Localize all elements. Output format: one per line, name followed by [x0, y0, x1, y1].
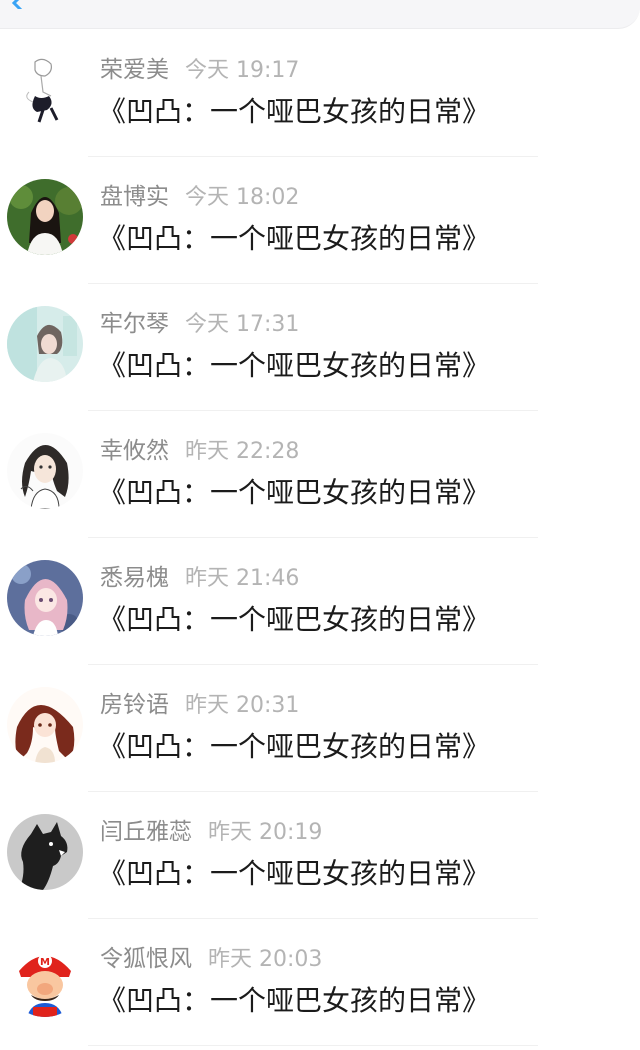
- comment-item[interactable]: 荣爱美 今天 19:17 《凹凸：一个哑巴女孩的日常》: [0, 30, 640, 157]
- comment-time: 今天 18:02: [185, 185, 300, 210]
- comment-item[interactable]: 盘博实 今天 18:02 《凹凸：一个哑巴女孩的日常》: [0, 157, 640, 284]
- comment-time: 昨天 20:19: [208, 820, 323, 845]
- light-photo-avatar[interactable]: [7, 306, 83, 382]
- comment-text: 《凹凸：一个哑巴女孩的日常》: [98, 476, 491, 509]
- comment-time: 今天 19:17: [185, 58, 300, 83]
- comment-meta: 盘博实 今天 18:02: [100, 181, 299, 213]
- comment-item[interactable]: 悉易槐 昨天 21:46 《凹凸：一个哑巴女孩的日常》: [0, 538, 640, 665]
- comment-text: 《凹凸：一个哑巴女孩的日常》: [98, 95, 491, 128]
- mario-avatar[interactable]: M: [7, 941, 83, 1017]
- comment-time: 昨天 21:46: [185, 566, 300, 591]
- comment-author[interactable]: 盘博实: [100, 184, 169, 210]
- comment-time: 今天 17:31: [185, 312, 300, 337]
- sketch-figure-avatar[interactable]: [7, 52, 83, 128]
- comment-meta: 令狐恨风 昨天 20:03: [100, 943, 322, 975]
- comment-author[interactable]: 幸攸然: [100, 438, 169, 464]
- comment-meta: 牢尔琴 今天 17:31: [100, 308, 299, 340]
- girl-photo-avatar[interactable]: [7, 179, 83, 255]
- comment-text: 《凹凸：一个哑巴女孩的日常》: [98, 349, 491, 382]
- comment-item[interactable]: 闫丘雅蕊 昨天 20:19 《凹凸：一个哑巴女孩的日常》: [0, 792, 640, 919]
- comment-meta: 房铃语 昨天 20:31: [100, 689, 299, 721]
- comment-list: 荣爱美 今天 19:17 《凹凸：一个哑巴女孩的日常》 盘博实 今天 18:02 《…: [0, 30, 640, 1046]
- comment-item[interactable]: 幸攸然 昨天 22:28 《凹凸：一个哑巴女孩的日常》: [0, 411, 640, 538]
- svg-text:M: M: [40, 957, 50, 968]
- red-hair-anime-avatar[interactable]: [7, 687, 83, 763]
- comment-time: 昨天 20:03: [208, 947, 323, 972]
- drawn-girl-avatar[interactable]: [7, 433, 83, 509]
- comment-author[interactable]: 闫丘雅蕊: [100, 819, 192, 845]
- comment-meta: 闫丘雅蕊 昨天 20:19: [100, 816, 322, 848]
- comment-text: 《凹凸：一个哑巴女孩的日常》: [98, 222, 491, 255]
- comment-item[interactable]: M 令狐恨风 昨天 20:03 《凹凸：一个哑巴女孩的日常》: [0, 919, 640, 1046]
- comment-item[interactable]: 房铃语 昨天 20:31 《凹凸：一个哑巴女孩的日常》: [0, 665, 640, 792]
- comment-text: 《凹凸：一个哑巴女孩的日常》: [98, 730, 491, 763]
- comment-time: 昨天 20:31: [185, 693, 300, 718]
- divider: [88, 1045, 538, 1046]
- comment-time: 昨天 22:28: [185, 439, 300, 464]
- wolf-head-avatar[interactable]: [7, 814, 83, 890]
- comment-author[interactable]: 荣爱美: [100, 57, 169, 83]
- comment-item[interactable]: 牢尔琴 今天 17:31 《凹凸：一个哑巴女孩的日常》: [0, 284, 640, 411]
- comment-text: 《凹凸：一个哑巴女孩的日常》: [98, 603, 491, 636]
- comment-text: 《凹凸：一个哑巴女孩的日常》: [98, 857, 491, 890]
- comment-meta: 悉易槐 昨天 21:46: [100, 562, 299, 594]
- comment-author[interactable]: 令狐恨风: [100, 946, 192, 972]
- comment-meta: 幸攸然 昨天 22:28: [100, 435, 299, 467]
- comment-author[interactable]: 房铃语: [100, 692, 169, 718]
- comment-author[interactable]: 悉易槐: [100, 565, 169, 591]
- comment-text: 《凹凸：一个哑巴女孩的日常》: [98, 984, 491, 1017]
- comment-author[interactable]: 牢尔琴: [100, 311, 169, 337]
- comment-meta: 荣爱美 今天 19:17: [100, 54, 299, 86]
- top-bar: [0, 0, 640, 29]
- chevron-left-icon[interactable]: [10, 0, 28, 13]
- anime-girl-avatar[interactable]: [7, 560, 83, 636]
